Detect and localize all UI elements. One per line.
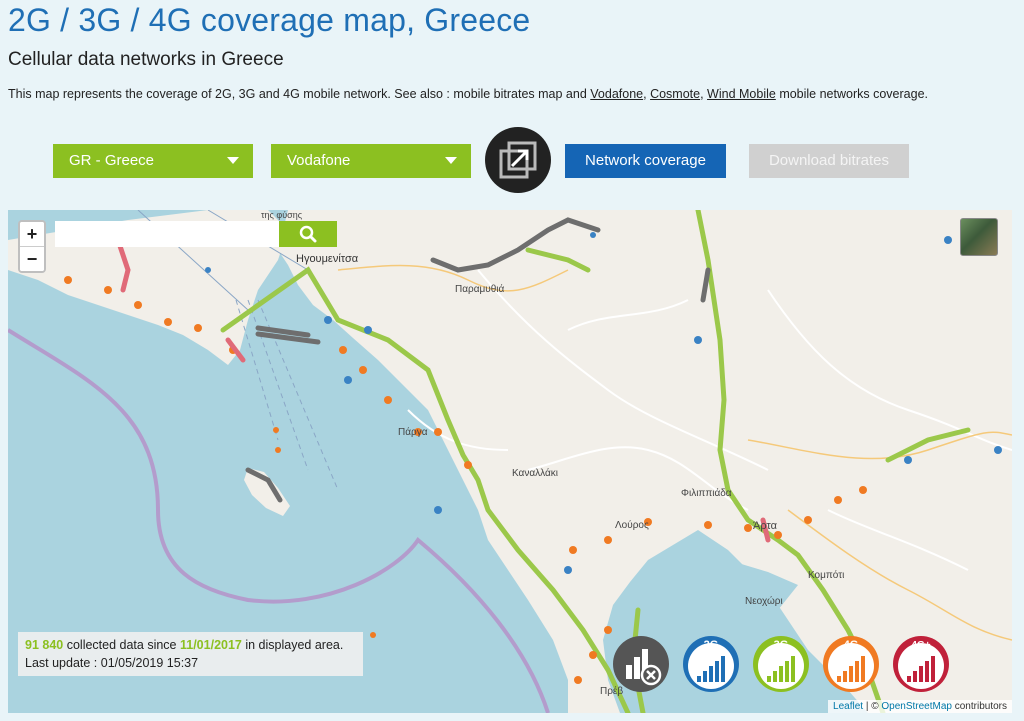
signal-bars-icon: 2G	[683, 636, 739, 692]
collected-count: 91 840	[25, 638, 64, 652]
signal-bar	[925, 661, 929, 682]
signal-bar	[861, 656, 865, 682]
collected-text: collected data since	[66, 638, 177, 652]
ferry-line	[235, 299, 339, 491]
legend-2g-button[interactable]: 2G	[682, 635, 740, 693]
signal-bar	[709, 666, 713, 682]
attribution-suffix: contributors	[954, 701, 1007, 712]
paxoi-island	[244, 468, 290, 516]
operator-select-value: Vodafone	[287, 152, 351, 169]
signal-bar	[697, 676, 701, 682]
controls-bar: GR - Greece Vodafone Network coverage Do…	[0, 126, 1024, 193]
link-cosmote[interactable]: Cosmote	[650, 87, 700, 101]
zoom-in-button[interactable]: +	[20, 222, 44, 246]
signal-bar	[843, 671, 847, 682]
signal-bar	[913, 671, 917, 682]
signal-bar	[779, 666, 783, 682]
signal-bar	[703, 671, 707, 682]
signal-bar	[767, 676, 771, 682]
signal-bar	[785, 661, 789, 682]
fullscreen-button[interactable]	[485, 127, 551, 193]
country-select[interactable]: GR - Greece	[53, 144, 253, 178]
legend-label: 2G	[704, 639, 719, 651]
legend-3g-button[interactable]: 3G	[752, 635, 810, 693]
intro-text: This map represents the coverage of 2G, …	[8, 87, 587, 101]
place-label: Ηγουμενίτσα	[296, 253, 359, 265]
legend-label: 3G	[774, 639, 789, 651]
intro-suffix: mobile networks coverage.	[779, 87, 928, 101]
signal-bar	[791, 656, 795, 682]
legend-label: 4G	[844, 639, 859, 651]
place-label: Παραμυθιά	[455, 284, 505, 295]
intro-paragraph: This map represents the coverage of 2G, …	[8, 87, 928, 101]
all-networks-off-icon[interactable]	[612, 635, 670, 693]
leaflet-link[interactable]: Leaflet	[833, 701, 863, 712]
signal-bars-icon: 3G	[753, 636, 809, 692]
since-date: 11/01/2017	[180, 638, 242, 652]
signal-bar	[919, 666, 923, 682]
place-label: Φιλιππιάδα	[681, 488, 732, 499]
place-label: Καναλλάκι	[512, 468, 558, 479]
signal-bar	[855, 661, 859, 682]
link-wind-mobile[interactable]: Wind Mobile	[707, 87, 776, 101]
link-vodafone[interactable]: Vodafone	[590, 87, 643, 101]
search-input[interactable]	[55, 221, 279, 247]
zoom-control: + −	[18, 220, 46, 273]
network-coverage-button[interactable]: Network coverage	[565, 144, 726, 178]
country-select-value: GR - Greece	[69, 152, 155, 169]
place-label: Κομπότι	[808, 570, 845, 581]
signal-bar	[931, 656, 935, 682]
satellite-layer-toggle[interactable]	[960, 218, 998, 256]
signal-bar	[773, 671, 777, 682]
area-text: in displayed area.	[245, 638, 344, 652]
place-label: Πάργα	[398, 427, 428, 438]
zoom-out-button[interactable]: −	[20, 246, 44, 271]
chevron-down-icon	[227, 157, 239, 164]
signal-bar	[837, 676, 841, 682]
map-attribution: Leaflet | © OpenStreetMap contributors	[828, 700, 1012, 713]
place-label: Λούρος	[615, 520, 649, 531]
signal-bar	[721, 656, 725, 682]
page-title: 2G / 3G / 4G coverage map, Greece	[8, 2, 531, 38]
download-bitrates-button[interactable]: Download bitrates	[749, 144, 909, 178]
signal-bar	[715, 661, 719, 682]
chevron-down-icon	[445, 157, 457, 164]
legend-4g-button[interactable]: 4G	[822, 635, 880, 693]
search-icon	[299, 225, 317, 243]
legend-label: 4G+	[911, 640, 930, 651]
operator-select[interactable]: Vodafone	[271, 144, 471, 178]
osm-link[interactable]: OpenStreetMap	[881, 701, 952, 712]
place-label: Νεοχώρι	[745, 596, 783, 607]
signal-bars-icon: 4G+	[893, 636, 949, 692]
data-info-box: 91 840 collected data since 11/01/2017 i…	[18, 632, 363, 676]
search-button[interactable]	[279, 221, 337, 247]
coverage-map[interactable]: Ηγουμενίτσα Παραμυθιά Πάργα Καναλλάκι Φι…	[8, 210, 1012, 713]
last-update: Last update : 01/05/2019 15:37	[25, 656, 199, 670]
place-label: Άρτα	[753, 520, 777, 532]
legend-4gplus-button[interactable]: 4G+	[892, 635, 950, 693]
page-subtitle: Cellular data networks in Greece	[8, 49, 284, 70]
place-label: της φύσης	[261, 210, 303, 220]
signal-bar	[907, 676, 911, 682]
expand-icon	[499, 141, 537, 179]
signal-bars-icon: 4G	[823, 636, 879, 692]
signal-bar	[849, 666, 853, 682]
